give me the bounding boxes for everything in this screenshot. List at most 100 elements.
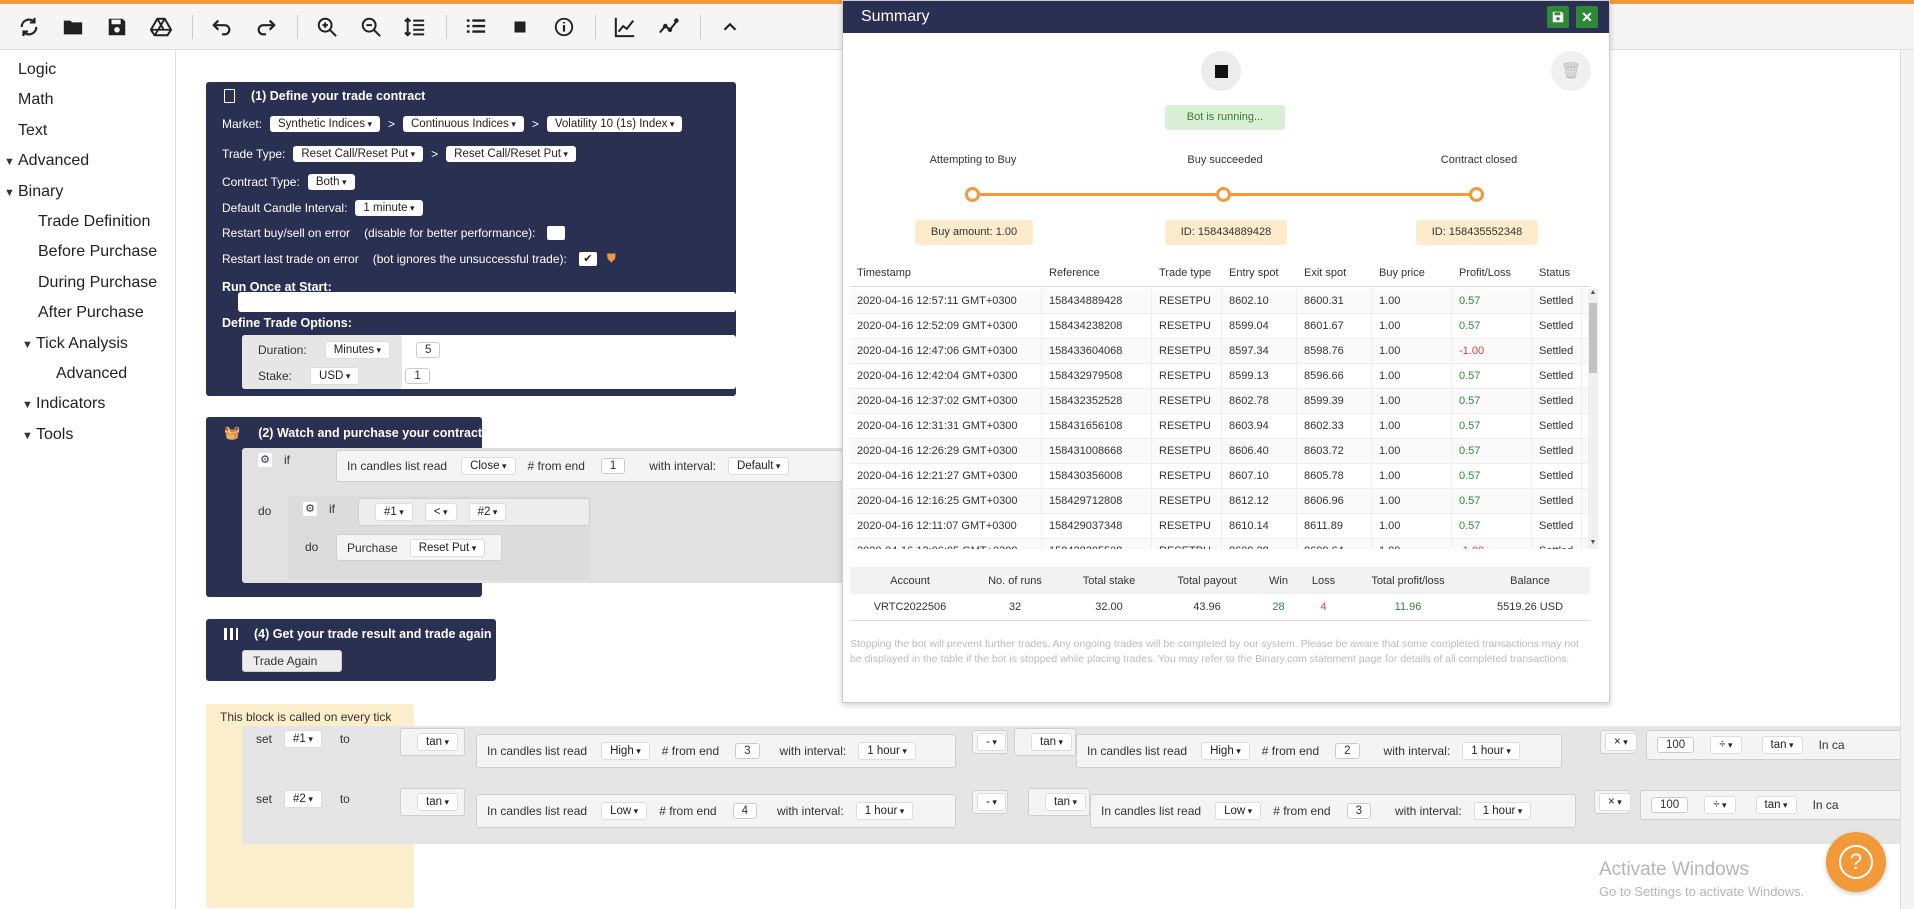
math-fn-dropdown[interactable]: tan: [1761, 736, 1803, 754]
candle-field-dropdown[interactable]: High: [1201, 742, 1250, 760]
close-icon[interactable]: ✕: [1576, 6, 1598, 28]
math-fn-dropdown[interactable]: tan: [417, 733, 459, 751]
submarket-dropdown[interactable]: Continuous Indices: [403, 116, 524, 132]
undo-icon[interactable]: [205, 10, 239, 44]
clear-stats-button[interactable]: 🗑: [1551, 51, 1591, 91]
table-body[interactable]: 2020-04-16 12:57:11 GMT+0300 158434889428…: [850, 289, 1590, 549]
symbol-dropdown[interactable]: Volatility 10 (1s) Index: [546, 116, 683, 132]
candles-read-block-2a[interactable]: In candles list read Low # from end 4 wi…: [476, 794, 956, 828]
chevron-up-icon[interactable]: [713, 10, 747, 44]
compare-block[interactable]: #1 < #2: [358, 498, 590, 526]
tan-block[interactable]: tan: [400, 788, 465, 816]
sidebar-item-trade-definition[interactable]: Trade Definition: [0, 207, 175, 237]
zoom-out-icon[interactable]: [354, 10, 388, 44]
sidebar-item-before-purchase[interactable]: Before Purchase: [0, 237, 175, 267]
operator-dropdown[interactable]: ×: [1599, 793, 1631, 811]
operator-dropdown[interactable]: ÷: [1710, 736, 1742, 754]
stop-bot-button[interactable]: [1201, 51, 1241, 91]
math-fn-dropdown[interactable]: tan: [1045, 793, 1087, 811]
tan-block[interactable]: tan: [1028, 788, 1090, 816]
stake-currency-dropdown[interactable]: USD: [310, 367, 360, 385]
candle-field-dropdown[interactable]: Close: [461, 457, 516, 475]
contract-type-dropdown[interactable]: Both: [307, 174, 355, 190]
restart-error-checkbox[interactable]: [547, 226, 566, 240]
math-fn-dropdown[interactable]: tan: [1755, 796, 1797, 814]
save-icon[interactable]: [100, 10, 134, 44]
minus-operator[interactable]: -: [972, 730, 1008, 754]
var1-dropdown[interactable]: #1: [375, 503, 413, 521]
help-button[interactable]: ?: [1826, 832, 1886, 892]
scroll-up-icon[interactable]: ▲: [1588, 289, 1598, 299]
candles-read-block[interactable]: In candles list read Close # from end 1 …: [336, 450, 848, 482]
operator-dropdown[interactable]: ×: [1605, 733, 1637, 751]
number-input[interactable]: 100: [1657, 737, 1695, 753]
duration-input[interactable]: 5: [416, 342, 441, 358]
operator-dropdown[interactable]: <: [424, 503, 457, 521]
list-icon[interactable]: [459, 10, 493, 44]
divide-block-2[interactable]: 100 ÷ tan In ca: [1640, 790, 1914, 820]
restart-last-checkbox[interactable]: ✔: [578, 251, 597, 266]
trade-again-block[interactable]: Trade Again: [242, 650, 342, 672]
sidebar-item-advanced[interactable]: ▼ Advanced: [0, 146, 175, 176]
math-fn-dropdown[interactable]: tan: [1031, 733, 1073, 751]
candle-field-dropdown[interactable]: Low: [1215, 802, 1262, 820]
purchase-block[interactable]: Purchase Reset Put: [336, 534, 502, 561]
trade-options-block[interactable]: Duration: Minutes 5 Stake: USD 1: [242, 335, 736, 389]
workspace-scrollbar[interactable]: [1900, 50, 1914, 909]
duration-unit-dropdown[interactable]: Minutes: [324, 341, 391, 359]
operator-dropdown[interactable]: -: [977, 793, 1006, 811]
from-end-input[interactable]: 3: [735, 743, 760, 759]
folder-icon[interactable]: [56, 10, 90, 44]
interval-dropdown[interactable]: 1 hour: [858, 742, 916, 760]
sidebar-item-logic[interactable]: Logic: [0, 55, 175, 85]
number-input[interactable]: 100: [1651, 797, 1689, 813]
multiply-operator[interactable]: ×: [1600, 730, 1637, 754]
reset-icon[interactable]: [12, 10, 46, 44]
stop-icon[interactable]: [503, 10, 537, 44]
set-var-dropdown[interactable]: #2: [284, 790, 322, 808]
set-var-dropdown[interactable]: #1: [284, 730, 322, 748]
sidebar-item-during-purchase[interactable]: During Purchase: [0, 268, 175, 298]
candles-read-block-1a[interactable]: In candles list read High # from end 3 w…: [476, 734, 956, 768]
sidebar-item-tick-advanced[interactable]: Advanced: [0, 359, 175, 389]
info-icon[interactable]: [547, 10, 581, 44]
candle-field-dropdown[interactable]: Low: [601, 802, 648, 820]
sidebar-item-tick-analysis[interactable]: ▼ Tick Analysis: [0, 329, 175, 359]
sidebar-item-indicators[interactable]: ▼ Indicators: [0, 389, 175, 419]
interval-dropdown[interactable]: Default: [727, 457, 790, 475]
candle-field-dropdown[interactable]: High: [601, 742, 650, 760]
sidebar-item-after-purchase[interactable]: After Purchase: [0, 298, 175, 328]
zoom-in-icon[interactable]: [310, 10, 344, 44]
math-fn-dropdown[interactable]: tan: [417, 793, 459, 811]
from-end-input[interactable]: 1: [600, 458, 626, 474]
tan-block[interactable]: tan: [400, 728, 465, 756]
chart-icon[interactable]: [608, 10, 642, 44]
tan-block[interactable]: tan: [1014, 728, 1076, 756]
gear-icon[interactable]: ⚙: [303, 502, 317, 516]
from-end-input[interactable]: 3: [1346, 803, 1371, 819]
sort-icon[interactable]: [398, 10, 432, 44]
sidebar-item-math[interactable]: Math: [0, 85, 175, 115]
market-dropdown[interactable]: Synthetic Indices: [270, 116, 380, 132]
trading-view-icon[interactable]: [652, 10, 686, 44]
summary-header[interactable]: Summary ✕: [843, 1, 1609, 33]
from-end-input[interactable]: 2: [1335, 743, 1360, 759]
google-drive-icon[interactable]: [144, 10, 178, 44]
scroll-thumb[interactable]: [1589, 303, 1597, 373]
candles-read-block-1b[interactable]: In candles list read High # from end 2 w…: [1076, 734, 1562, 768]
sidebar-item-binary[interactable]: ▼ Binary: [0, 177, 175, 207]
operator-dropdown[interactable]: ÷: [1704, 796, 1736, 814]
divide-block-1[interactable]: 100 ÷ tan In ca: [1646, 730, 1914, 760]
run-once-slot[interactable]: [238, 292, 736, 312]
trade-type-dropdown[interactable]: Reset Call/Reset Put: [446, 146, 576, 162]
minus-operator[interactable]: -: [972, 790, 1008, 814]
interval-dropdown[interactable]: 1 hour: [855, 802, 914, 820]
sidebar-item-tools[interactable]: ▼ Tools: [0, 420, 175, 450]
operator-dropdown[interactable]: -: [977, 733, 1006, 751]
purchase-type-dropdown[interactable]: Reset Put: [409, 538, 486, 557]
stake-input[interactable]: 1: [405, 368, 430, 384]
scroll-down-icon[interactable]: ▼: [1588, 539, 1598, 549]
from-end-input[interactable]: 4: [732, 803, 757, 819]
candle-interval-dropdown[interactable]: 1 minute: [355, 200, 423, 216]
trade-type-category-dropdown[interactable]: Reset Call/Reset Put: [293, 146, 424, 162]
